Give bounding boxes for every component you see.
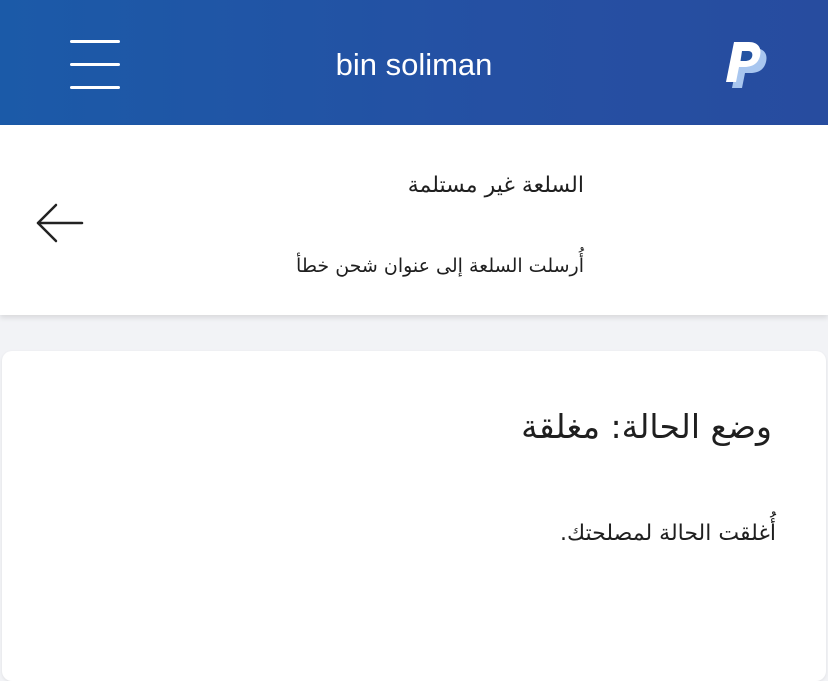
arrow-left-icon[interactable] (30, 200, 90, 246)
paypal-logo-icon (726, 42, 767, 88)
menu-line (70, 40, 120, 43)
case-reason: السلعة غير مستلمة (407, 173, 584, 198)
menu-icon[interactable] (64, 36, 124, 94)
top-app-bar: bin soliman (0, 0, 828, 125)
case-header-card: السلعة غير مستلمة أُرسلت السلعة إلى عنوا… (0, 125, 828, 315)
status-message: أُغلقت الحالة لمصلحتك. (560, 521, 776, 546)
menu-line (70, 86, 120, 89)
case-detail: أُرسلت السلعة إلى عنوان شحن خطأ (296, 255, 584, 277)
account-name-title: bin soliman (335, 47, 493, 82)
status-title: وضع الحالة: مغلقة (521, 407, 772, 446)
case-status-card: وضع الحالة: مغلقة أُغلقت الحالة لمصلحتك. (2, 351, 826, 681)
menu-line (70, 63, 120, 66)
